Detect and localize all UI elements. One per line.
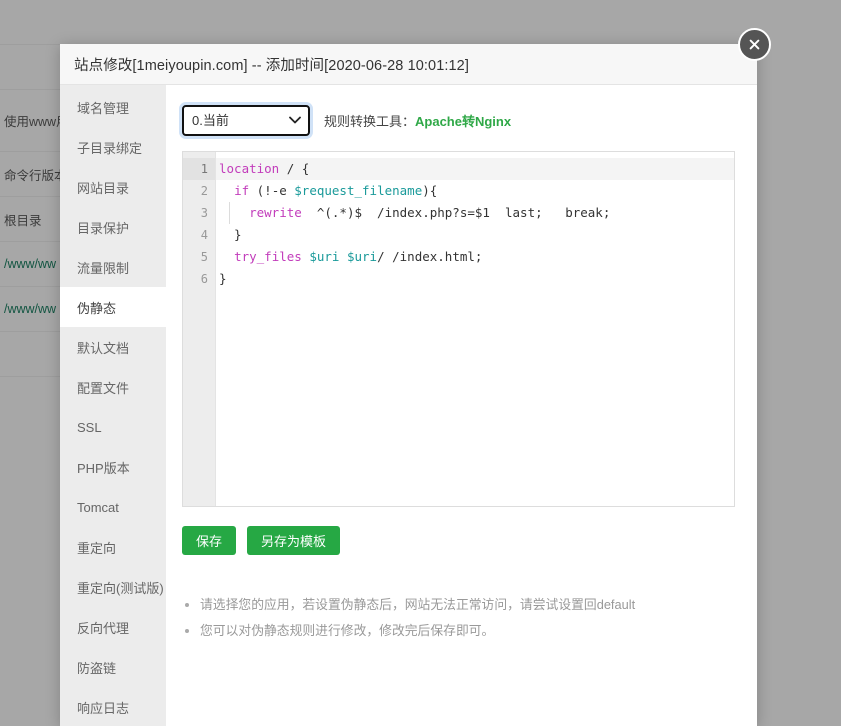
- code-token: / {: [279, 161, 310, 176]
- help-notes: 请选择您的应用，若设置伪静态后，网站无法正常访问，请尝试设置回default 您可…: [182, 592, 735, 644]
- rewrite-panel: 0.当前 规则转换工具： Apache转Nginx 1 2 3 4 5 6 locatio…: [166, 85, 757, 726]
- save-as-template-button[interactable]: 另存为模板: [247, 526, 341, 555]
- sidebar-item-防盗链[interactable]: 防盗链: [60, 647, 166, 687]
- sidebar-item-网站目录[interactable]: 网站目录: [60, 167, 166, 207]
- editor-line-gutter: 1 2 3 4 5 6: [183, 152, 216, 506]
- settings-sidebar: 域名管理 子目录绑定 网站目录 目录保护 流量限制 伪静态 默认文档 配置文件 SSL PHP版本…: [60, 85, 166, 726]
- modal-title: 站点修改[1meiyoupin.com] -- 添加时间[2020-06-28 …: [74, 57, 469, 74]
- action-buttons: 保存 另存为模板: [182, 526, 735, 555]
- editor-code-area[interactable]: location / { if (!-e $request_filename){…: [216, 152, 734, 506]
- sidebar-item-默认文档[interactable]: 默认文档: [60, 327, 166, 367]
- code-line: if (!-e $request_filename){: [216, 180, 734, 202]
- site-edit-modal: 站点修改[1meiyoupin.com] -- 添加时间[2020-06-28 …: [60, 44, 757, 726]
- code-token: / /index.html;: [377, 249, 483, 264]
- line-number: 3: [200, 206, 208, 220]
- sidebar-item-域名管理[interactable]: 域名管理: [60, 87, 166, 127]
- modal-body: 域名管理 子目录绑定 网站目录 目录保护 流量限制 伪静态 默认文档 配置文件 SSL PHP版本…: [60, 85, 757, 726]
- help-note-text: 请选择您的应用，若设置伪静态后，网站无法正常访问，请尝试设置回default: [200, 597, 636, 612]
- rule-select-wrapper: 0.当前: [182, 104, 310, 136]
- help-note-text: 您可以对伪静态规则进行修改，修改完后保存即可。: [200, 623, 495, 638]
- code-line: }: [216, 268, 734, 290]
- sidebar-item-重定向(测试版)[interactable]: 重定向(测试版): [60, 567, 166, 607]
- sidebar-item-流量限制[interactable]: 流量限制: [60, 247, 166, 287]
- sidebar-item-重定向[interactable]: 重定向: [60, 527, 166, 567]
- line-number: 6: [200, 272, 208, 286]
- code-line: try_files $uri $uri/ /index.html;: [216, 246, 734, 268]
- sidebar-item-目录保护[interactable]: 目录保护: [60, 207, 166, 247]
- line-number: 4: [200, 228, 208, 242]
- code-token: try_files: [234, 249, 302, 264]
- sidebar-item-子目录绑定[interactable]: 子目录绑定: [60, 127, 166, 167]
- rule-preset-select[interactable]: 0.当前: [182, 104, 310, 136]
- code-token: $uri: [309, 249, 340, 264]
- line-number: 5: [200, 250, 208, 264]
- code-token: ){: [422, 183, 438, 198]
- code-token: }: [219, 227, 242, 242]
- line-number: 2: [200, 184, 208, 198]
- code-token: rewrite: [249, 205, 302, 220]
- close-icon[interactable]: [738, 28, 771, 61]
- code-token: ^(.*)$ /index.php?s=$1 last; break;: [301, 205, 611, 220]
- apache-to-nginx-link[interactable]: Apache转Nginx: [415, 111, 511, 130]
- code-token: $uri: [346, 249, 378, 264]
- code-token: if: [234, 183, 250, 198]
- sidebar-item-响应日志[interactable]: 响应日志: [60, 687, 166, 726]
- save-button[interactable]: 保存: [182, 526, 237, 555]
- line-number: 1: [183, 158, 215, 180]
- sidebar-item-Tomcat[interactable]: Tomcat: [60, 487, 166, 527]
- code-line: }: [216, 224, 734, 246]
- code-token: (!-e: [249, 183, 295, 198]
- sidebar-item-配置文件[interactable]: 配置文件: [60, 367, 166, 407]
- help-note-item: 请选择您的应用，若设置伪静态后，网站无法正常访问，请尝试设置回default: [200, 592, 735, 618]
- sidebar-item-PHP版本[interactable]: PHP版本: [60, 447, 166, 487]
- code-token: location: [219, 161, 280, 176]
- code-token: $request_filename: [294, 183, 423, 198]
- code-line: location / {: [216, 158, 734, 180]
- rewrite-code-editor[interactable]: 1 2 3 4 5 6 location / { if (!-e $request_fil…: [182, 151, 735, 507]
- sidebar-item-反向代理[interactable]: 反向代理: [60, 607, 166, 647]
- indent-guide: [229, 202, 230, 224]
- code-token: }: [219, 271, 227, 286]
- code-line: rewrite ^(.*)$ /index.php?s=$1 last; bre…: [216, 202, 734, 224]
- rewrite-toolbar: 0.当前 规则转换工具： Apache转Nginx: [182, 103, 735, 137]
- sidebar-item-伪静态[interactable]: 伪静态: [60, 287, 166, 327]
- sidebar-item-SSL[interactable]: SSL: [60, 407, 166, 447]
- help-note-item: 您可以对伪静态规则进行修改，修改完后保存即可。: [200, 618, 735, 644]
- modal-header: 站点修改[1meiyoupin.com] -- 添加时间[2020-06-28 …: [60, 44, 757, 85]
- converter-label: 规则转换工具：: [324, 113, 416, 129]
